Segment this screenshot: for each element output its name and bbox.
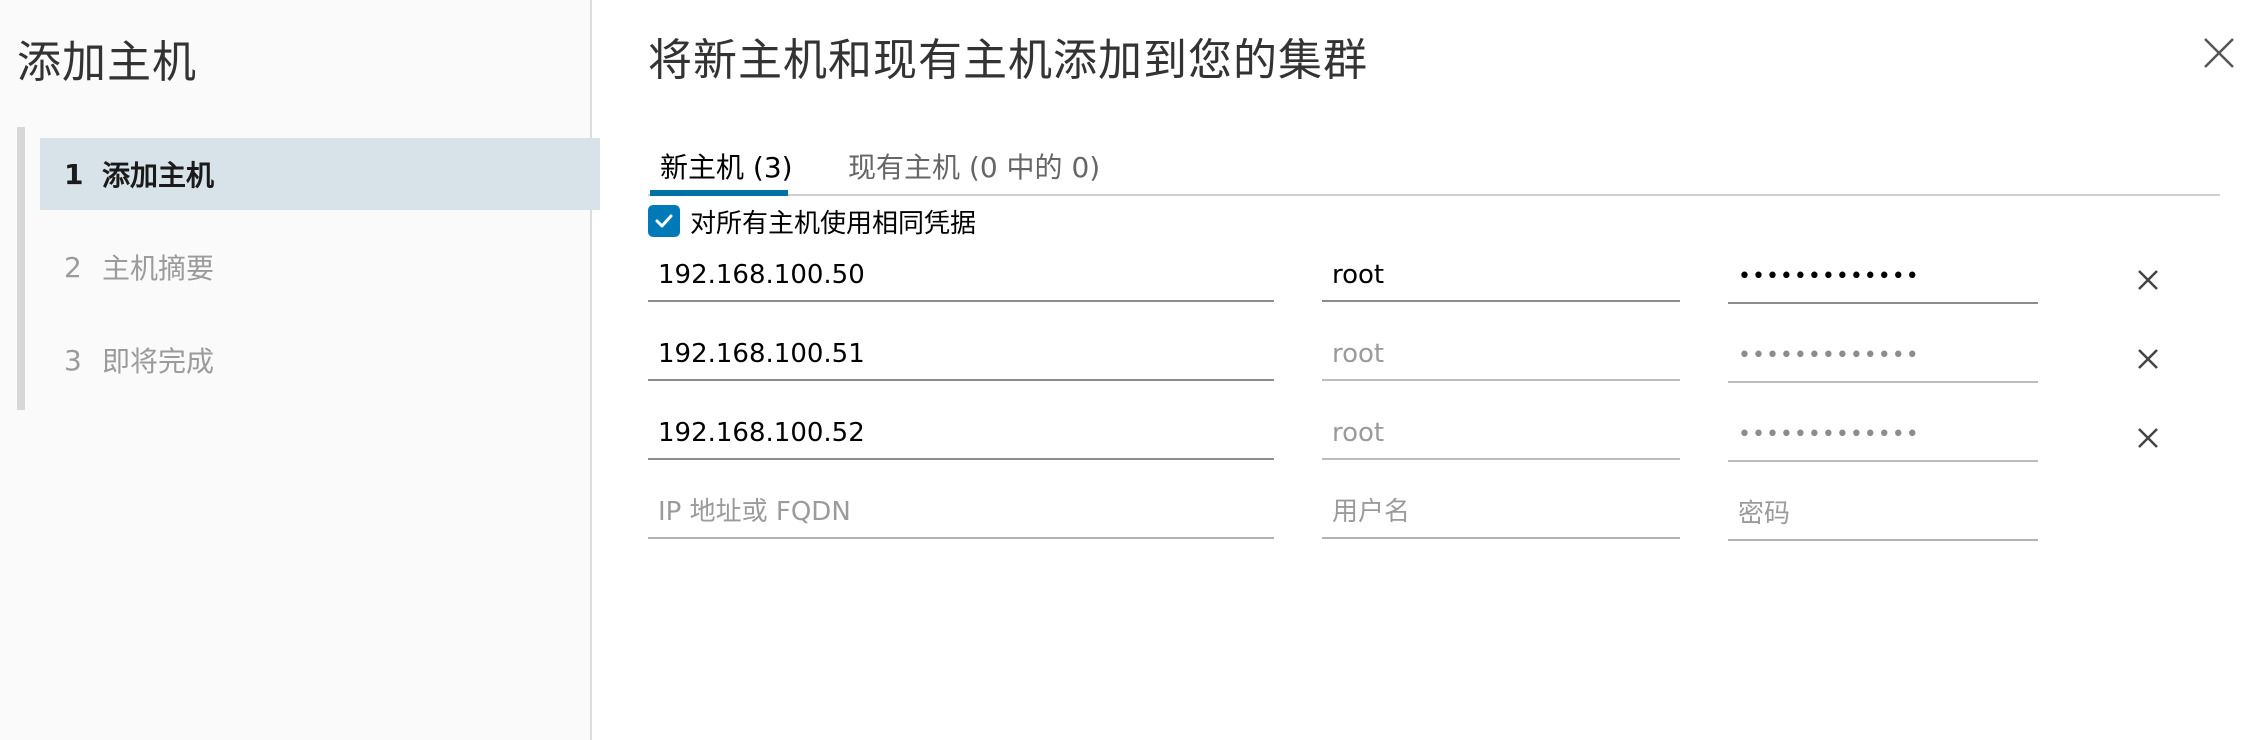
close-icon <box>2138 428 2158 448</box>
password-field[interactable]: ••••••••••••• <box>1728 335 2038 383</box>
host-address-field[interactable]: 192.168.100.51 <box>648 333 1274 381</box>
step-label: 即将完成 <box>102 345 215 378</box>
step-number: 3 <box>64 343 82 377</box>
new-host-address-field[interactable]: IP 地址或 FQDN <box>648 491 1274 539</box>
remove-host-button[interactable] <box>2134 266 2162 294</box>
username-field[interactable]: root <box>1322 412 1680 460</box>
wizard-steps: 1 添加主机 2 主机摘要 3 即将完成 <box>17 127 600 410</box>
close-icon <box>2138 349 2158 369</box>
step-number: 2 <box>64 250 82 284</box>
host-address-field[interactable]: 192.168.100.52 <box>648 412 1274 460</box>
host-address-field[interactable]: 192.168.100.50 <box>648 254 1274 302</box>
tab-new-hosts[interactable]: 新主机 (3) <box>654 146 799 186</box>
checkmark-icon <box>655 214 673 228</box>
username-field[interactable]: root <box>1322 254 1680 302</box>
remove-host-button[interactable] <box>2134 424 2162 452</box>
close-button[interactable] <box>2202 36 2236 70</box>
step-number: 1 <box>64 157 84 191</box>
host-tabs: 新主机 (3) 现有主机 (0 中的 0) <box>648 140 2220 196</box>
same-credentials-option: 对所有主机使用相同凭据 <box>648 203 976 239</box>
dialog-title: 将新主机和现有主机添加到您的集群 <box>648 35 1368 86</box>
new-password-field[interactable]: 密码 <box>1728 493 2038 541</box>
step-ready-to-complete[interactable]: 3 即将完成 <box>40 324 600 396</box>
step-host-summary[interactable]: 2 主机摘要 <box>40 231 600 303</box>
active-tab-indicator <box>650 190 788 196</box>
password-field[interactable]: ••••••••••••• <box>1728 414 2038 462</box>
same-credentials-label: 对所有主机使用相同凭据 <box>690 208 977 239</box>
step-label: 主机摘要 <box>102 252 215 285</box>
wizard-title: 添加主机 <box>17 37 197 88</box>
same-credentials-checkbox[interactable] <box>648 205 680 237</box>
close-icon <box>2204 38 2234 68</box>
new-username-field[interactable]: 用户名 <box>1322 491 1680 539</box>
username-field[interactable]: root <box>1322 333 1680 381</box>
password-field[interactable]: ••••••••••••• <box>1728 256 2038 304</box>
close-icon <box>2138 270 2158 290</box>
step-add-hosts[interactable]: 1 添加主机 <box>40 138 600 210</box>
remove-host-button[interactable] <box>2134 345 2162 373</box>
wizard-sidebar: 添加主机 1 添加主机 2 主机摘要 3 即将完成 <box>0 0 600 740</box>
tab-existing-hosts[interactable]: 现有主机 (0 中的 0) <box>842 146 1106 186</box>
step-label: 添加主机 <box>102 159 215 192</box>
